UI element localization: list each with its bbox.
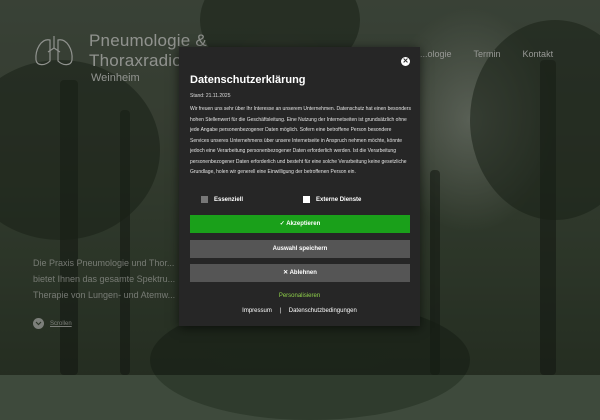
cookie-consent-dialog: ✕ Datenschutzerklärung Stand: 21.11.2025… <box>179 47 420 326</box>
consent-options: Essenziell Externe Dienste <box>201 196 361 203</box>
dialog-date: Stand: 21.11.2025 <box>190 93 231 99</box>
footer-links: Impressum | Datenschutzbedingungen <box>179 308 420 314</box>
essential-checkbox <box>201 196 208 203</box>
save-selection-button[interactable]: Auswahl speichern <box>190 240 410 258</box>
external-services-label[interactable]: Externe Dienste <box>316 197 361 203</box>
close-icon[interactable]: ✕ <box>401 57 410 66</box>
external-services-checkbox[interactable] <box>303 196 311 203</box>
personalize-link[interactable]: Personalisieren <box>179 293 420 299</box>
essential-label: Essenziell <box>214 196 244 203</box>
accept-button[interactable]: ✓ Akzeptieren <box>190 215 410 233</box>
imprint-link[interactable]: Impressum <box>242 308 272 314</box>
dialog-title: Datenschutzerklärung <box>190 74 306 86</box>
privacy-text[interactable]: Wir freuen uns sehr über Ihr Interesse a… <box>190 104 411 184</box>
link-separator: | <box>279 308 282 314</box>
privacy-policy-link[interactable]: Datenschutzbedingungen <box>289 308 357 314</box>
reject-button[interactable]: ✕ Ablehnen <box>190 264 410 282</box>
